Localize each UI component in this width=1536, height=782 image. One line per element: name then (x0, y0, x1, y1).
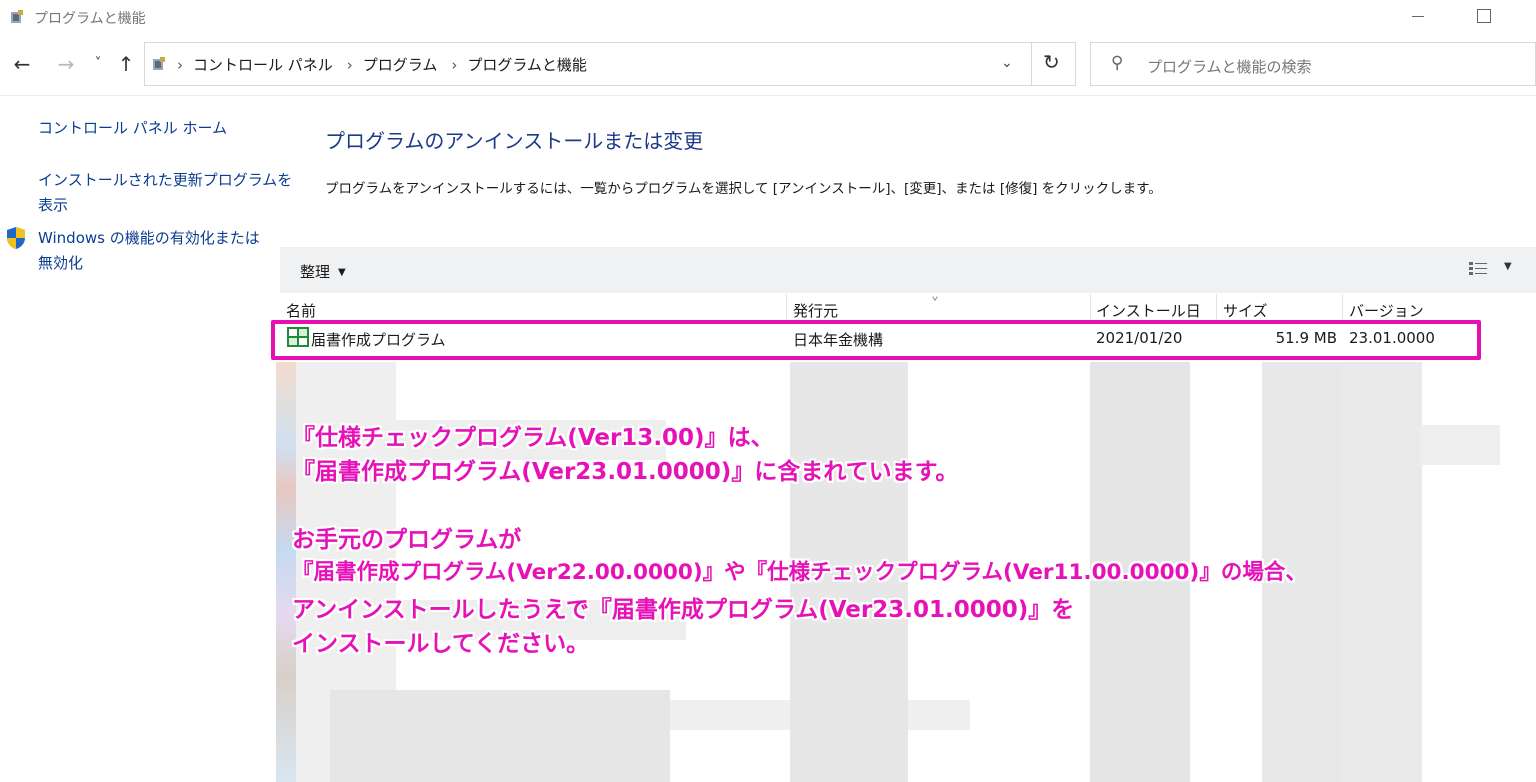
blurred-versions (1420, 425, 1500, 465)
column-header-version[interactable]: バージョン (1349, 300, 1424, 321)
view-options-icon[interactable] (1468, 260, 1488, 278)
maximize-button[interactable] (1477, 9, 1491, 23)
uac-shield-icon (7, 227, 25, 249)
view-installed-updates-link[interactable]: インストールされた更新プログラムを 表示 (38, 168, 292, 218)
search-input[interactable]: ⚲ プログラムと機能の検索 (1090, 42, 1536, 86)
up-button[interactable]: ↑ (114, 52, 138, 76)
refresh-button[interactable]: ↻ (1043, 50, 1060, 74)
annotation-line: インストールしてください。 (292, 631, 590, 657)
column-divider[interactable] (1090, 294, 1091, 322)
organize-label: 整理 (300, 263, 331, 281)
breadcrumb-chevron-icon[interactable]: › (177, 56, 183, 74)
instruction-text: プログラムをアンインストールするには、一覧からプログラムを選択して [アンインス… (325, 181, 1162, 197)
window-title: プログラムと機能 (34, 11, 146, 27)
link-line: インストールされた更新プログラムを (38, 171, 293, 189)
programs-icon (11, 10, 23, 23)
control-panel-home-link[interactable]: コントロール パネル ホーム (38, 116, 227, 141)
windows-features-link[interactable]: Windows の機能の有効化または 無効化 (38, 226, 260, 276)
breadcrumb-programs-features[interactable]: プログラムと機能 (467, 56, 587, 74)
organize-button[interactable]: 整理 ▼ (300, 261, 346, 282)
annotation-line: 『仕様チェックプログラム(Ver13.00)』は、 (292, 425, 774, 451)
sort-chevron-icon: ∨ (931, 294, 940, 303)
search-placeholder: プログラムと機能の検索 (1147, 58, 1312, 76)
chevron-down-icon[interactable]: ⌄ (1001, 55, 1013, 71)
breadcrumb-programs[interactable]: プログラム (363, 56, 438, 74)
minimize-button[interactable] (1412, 16, 1424, 17)
recent-locations-button[interactable]: ˅ (86, 52, 110, 76)
column-header-name[interactable]: 名前 (286, 300, 316, 321)
blurred-versions (1342, 362, 1422, 782)
breadcrumb: › コントロール パネル › プログラム › プログラムと機能 (177, 54, 601, 75)
divider (1031, 43, 1032, 85)
column-divider[interactable] (1216, 294, 1217, 322)
column-divider[interactable] (1342, 294, 1343, 322)
column-header-publisher[interactable]: 発行元 (793, 300, 838, 321)
annotation-line: お手元のプログラムが (292, 527, 522, 553)
column-header-installed-on[interactable]: インストール日 (1096, 300, 1201, 321)
address-bar[interactable]: › コントロール パネル › プログラム › プログラムと機能 ⌄ ↻ (144, 42, 1076, 86)
blurred-names (330, 690, 670, 782)
title-bar: プログラムと機能 (0, 0, 1536, 34)
column-header-size[interactable]: サイズ (1223, 300, 1268, 321)
annotation-line: 『届書作成プログラム(Ver23.01.0000)』に含まれています。 (292, 459, 959, 485)
annotation-line: 『届書作成プログラム(Ver22.00.0000)』や『仕様チェックプログラム(… (292, 560, 1307, 585)
column-divider[interactable] (786, 294, 787, 322)
breadcrumb-chevron-icon[interactable]: › (347, 56, 353, 74)
annotation-line: アンインストールしたうえで『届書作成プログラム(Ver23.01.0000)』を (292, 597, 1075, 623)
forward-button[interactable]: → (54, 52, 78, 76)
link-line: 表示 (38, 196, 69, 214)
link-line: 無効化 (38, 254, 84, 272)
search-icon: ⚲ (1111, 53, 1124, 73)
caret-down-icon[interactable]: ▼ (1504, 261, 1512, 272)
command-bar: 整理 ▼ ▼ (280, 247, 1536, 293)
link-line: Windows の機能の有効化または (38, 229, 260, 247)
divider (0, 95, 1536, 96)
page-title: プログラムのアンインストールまたは変更 (325, 129, 704, 153)
highlight-frame (271, 320, 1481, 360)
caret-down-icon: ▼ (338, 267, 346, 278)
control-panel-icon (153, 57, 165, 70)
breadcrumb-chevron-icon[interactable]: › (451, 56, 457, 74)
back-button[interactable]: ← (10, 52, 34, 76)
breadcrumb-control-panel[interactable]: コントロール パネル (193, 56, 333, 74)
